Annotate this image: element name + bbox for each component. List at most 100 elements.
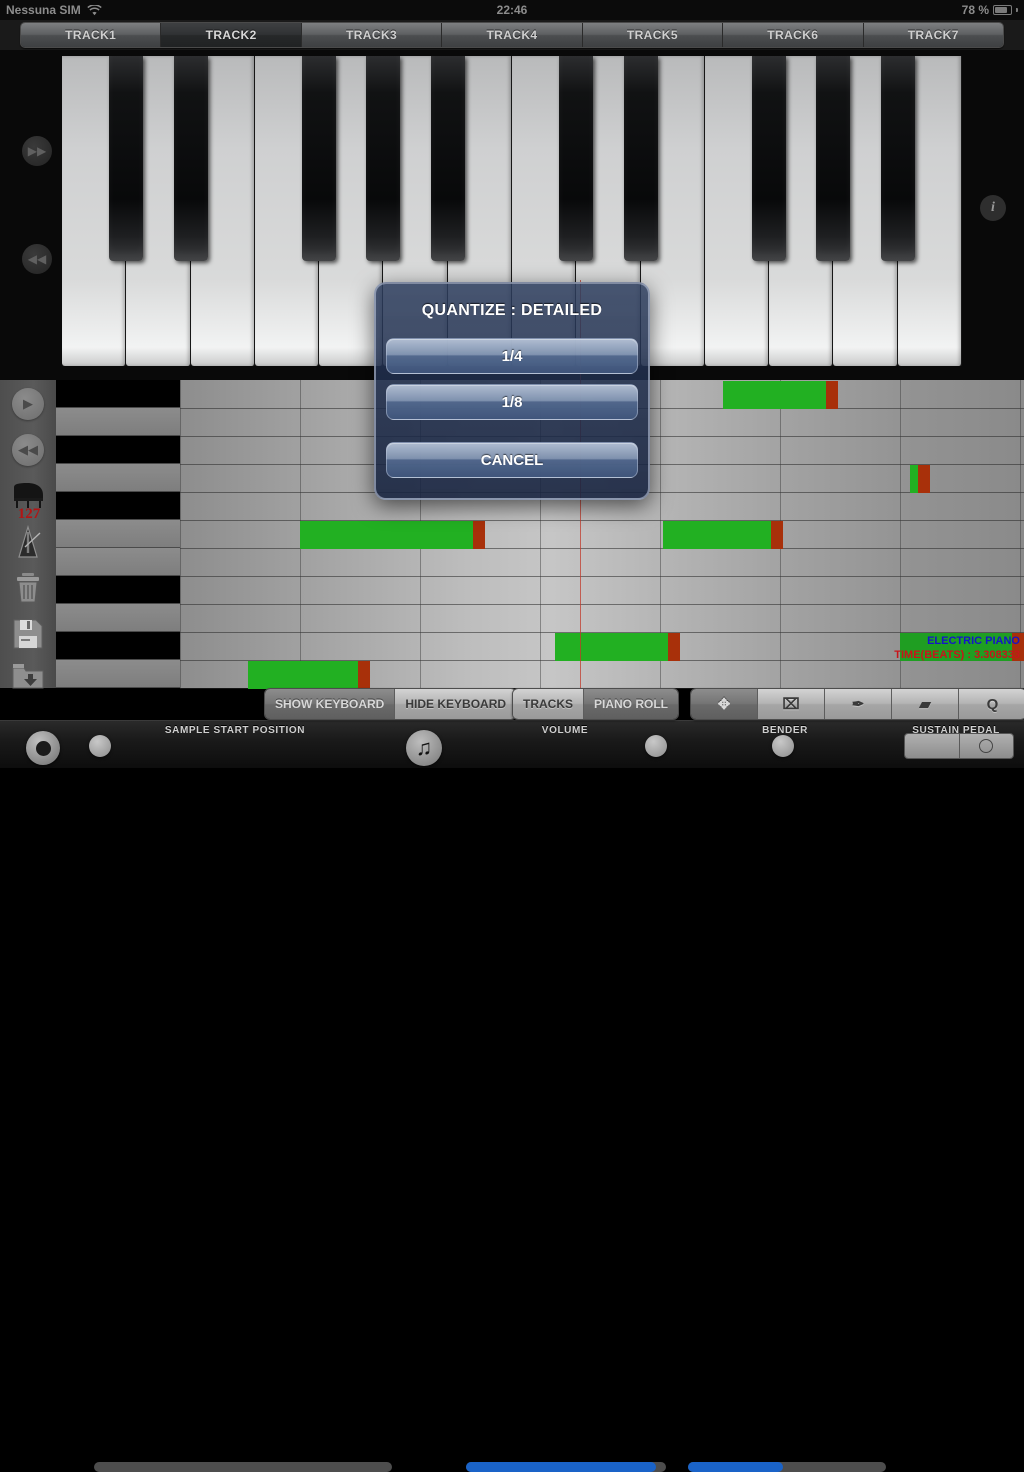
quantize-quarter-button[interactable]: 1/4 <box>386 338 638 374</box>
roll-key-black-0[interactable] <box>56 380 180 408</box>
note-button[interactable]: ♫ <box>406 730 442 766</box>
midi-note[interactable] <box>300 521 485 549</box>
black-key-9[interactable] <box>816 56 851 261</box>
note-body <box>300 521 473 549</box>
midi-note[interactable] <box>663 521 783 549</box>
patch-name-label: ELECTRIC PIANO <box>927 635 1020 647</box>
rewind-icon: ◀◀ <box>27 252 47 266</box>
black-key-7[interactable] <box>623 56 658 261</box>
keyboard-btn-label: SHOW KEYBOARD <box>275 697 385 711</box>
track-tab-6[interactable]: TRACK6 <box>723 23 864 47</box>
fast-forward-icon: ▶▶ <box>27 144 47 158</box>
keyboard-btn-hide-keyboard[interactable]: HIDE KEYBOARD <box>395 689 517 719</box>
note-tail <box>358 661 370 689</box>
roll-key-black-2[interactable] <box>56 436 180 464</box>
midi-note[interactable] <box>555 633 680 661</box>
control-bar: SAMPLE START POSITION VOLUME BENDER SUST… <box>0 720 1024 1472</box>
sustain-ring-icon <box>979 739 994 753</box>
quantize-icon: Q <box>986 695 999 713</box>
black-key-5[interactable] <box>430 56 465 261</box>
track-tab-4[interactable]: TRACK4 <box>442 23 583 47</box>
track-tab-7[interactable]: TRACK7 <box>863 23 1003 47</box>
black-key-3[interactable] <box>302 56 337 261</box>
octave-up-button[interactable]: ▶▶ <box>22 136 52 166</box>
roll-key-black-7[interactable] <box>56 576 180 604</box>
bender-slider[interactable] <box>688 1462 886 1472</box>
volume-slider[interactable] <box>466 1462 666 1472</box>
clock: 22:46 <box>496 3 528 17</box>
tool-btn-quantize-icon[interactable]: Q <box>959 689 1024 719</box>
roll-key-white-3[interactable] <box>56 464 180 492</box>
track-tab-2[interactable]: TRACK2 <box>161 23 302 47</box>
battery-cap-icon <box>1016 8 1018 12</box>
piano-roll-key-column[interactable] <box>56 380 180 688</box>
midi-note[interactable] <box>248 661 370 689</box>
piano-roll-toolbar: ▶ ◀◀ 127 <box>0 380 56 689</box>
roll-key-white-1[interactable] <box>56 408 180 436</box>
black-key-1[interactable] <box>109 56 144 261</box>
roll-key-white-8[interactable] <box>56 604 180 632</box>
black-key-10[interactable] <box>880 56 915 261</box>
select-box-icon: ⌧ <box>782 696 800 713</box>
tool-btn-select-box-icon[interactable]: ⌧ <box>758 689 825 719</box>
track-tab-3[interactable]: TRACK3 <box>301 23 443 47</box>
black-key-6[interactable] <box>559 56 594 261</box>
roll-key-white-6[interactable] <box>56 548 180 576</box>
view-btn-tracks[interactable]: TRACKS <box>513 689 584 719</box>
track-tab-1[interactable]: TRACK1 <box>21 23 162 47</box>
grid-hline <box>180 604 1024 605</box>
record-button[interactable] <box>26 731 60 765</box>
roll-key-black-9[interactable] <box>56 632 180 660</box>
volume-knob[interactable] <box>645 735 667 757</box>
edit-tool-group: ✥ ⌧ ✒ ▰ Q <box>690 688 1024 720</box>
note-body <box>723 381 826 409</box>
view-btn-piano-roll[interactable]: PIANO ROLL <box>584 689 678 719</box>
trash-icon <box>17 573 39 603</box>
sustain-pedal-toggle[interactable] <box>904 733 1014 759</box>
roll-key-black-4[interactable] <box>56 492 180 520</box>
midi-note[interactable] <box>723 381 838 409</box>
note-icon: ♫ <box>415 735 433 760</box>
status-bar-right: 78 % <box>962 3 1018 17</box>
quantize-dialog: QUANTIZE : DETAILED 1/4 1/8 CANCEL <box>374 282 650 500</box>
track-tab-5[interactable]: TRACK5 <box>582 23 724 47</box>
save-button[interactable] <box>10 616 46 652</box>
track-tab-label: TRACK3 <box>346 28 398 42</box>
black-key-4[interactable] <box>366 56 401 261</box>
battery-icon <box>993 5 1012 15</box>
play-button[interactable]: ▶ <box>10 386 46 422</box>
folder-download-icon <box>12 664 44 689</box>
cancel-button[interactable]: CANCEL <box>386 442 638 478</box>
keyboard-btn-show-keyboard[interactable]: SHOW KEYBOARD <box>265 689 396 719</box>
tool-btn-eraser-icon[interactable]: ▰ <box>892 689 959 719</box>
black-key-8[interactable] <box>752 56 787 261</box>
metronome-icon <box>18 525 41 558</box>
rewind-button[interactable]: ◀◀ <box>10 432 46 468</box>
floppy-disk-icon <box>13 619 43 649</box>
sample-start-slider[interactable] <box>94 1462 392 1472</box>
sustain-off-half[interactable] <box>905 734 960 758</box>
roll-key-white-5[interactable] <box>56 520 180 548</box>
piano-roll-info: ELECTRIC PIANO TIME(BEATS) : 3.308333 <box>894 634 1020 662</box>
note-tail <box>771 521 783 549</box>
bender-knob[interactable] <box>772 735 795 757</box>
roll-key-white-10[interactable] <box>56 660 180 688</box>
octave-down-button[interactable]: ◀◀ <box>22 244 52 274</box>
metronome-button[interactable] <box>10 524 46 560</box>
delete-button[interactable] <box>10 570 46 606</box>
note-tail <box>668 633 680 661</box>
grid-hline <box>180 576 1024 577</box>
keyboard-visibility-group: SHOW KEYBOARD HIDE KEYBOARD <box>264 688 518 720</box>
track-tab-bar: TRACK1 TRACK2 TRACK3 TRACK4 TRACK5 TRACK6 TRAC… <box>0 20 1024 50</box>
track-tab-label: TRACK1 <box>65 28 117 42</box>
midi-note[interactable] <box>910 465 930 493</box>
quantize-eighth-button[interactable]: 1/8 <box>386 384 638 420</box>
tool-btn-move-icon[interactable]: ✥ <box>691 689 758 719</box>
sample-start-knob[interactable] <box>88 735 111 757</box>
track-tab-label: TRACK4 <box>486 28 538 42</box>
black-key-2[interactable] <box>173 56 208 261</box>
tool-btn-pencil-icon[interactable]: ✒ <box>825 689 892 719</box>
sustain-on-half[interactable] <box>959 734 1013 758</box>
volume-label: VOLUME <box>541 725 589 736</box>
info-button[interactable]: i <box>980 195 1006 221</box>
